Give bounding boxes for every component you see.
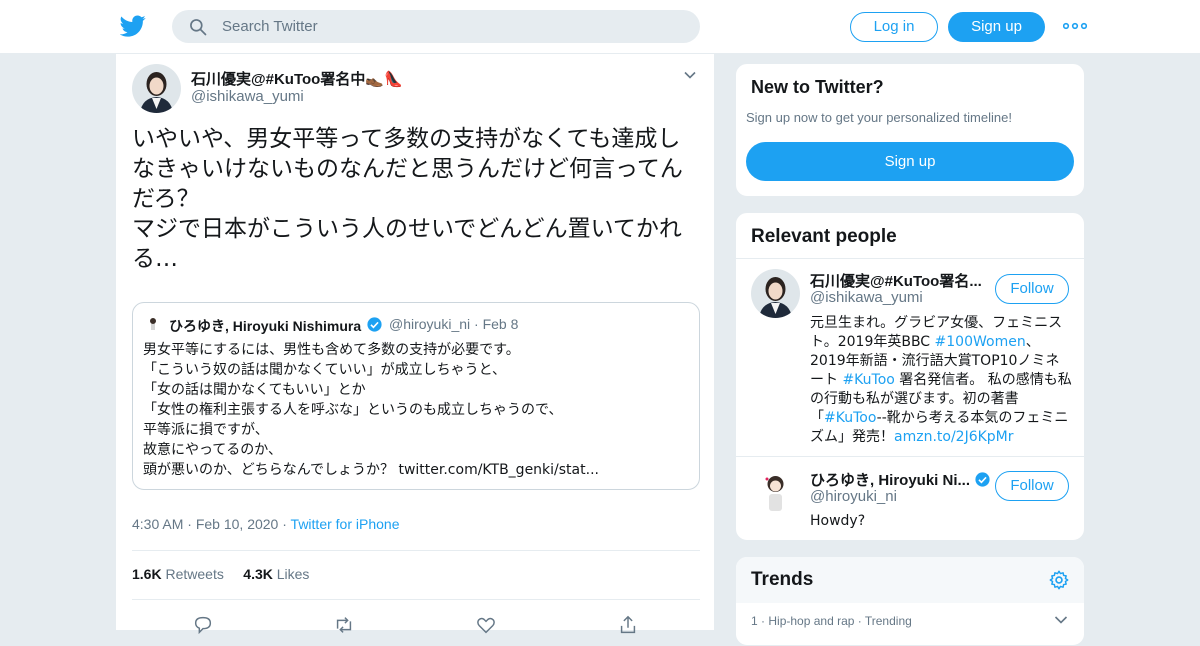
quoted-handle-date: @hiroyuki_ni · Feb 8: [389, 316, 519, 332]
author-handle[interactable]: @ishikawa_yumi: [191, 88, 304, 105]
person-name[interactable]: ひろゆき, Hiroyuki Ni...: [810, 469, 991, 490]
search-input[interactable]: [222, 10, 682, 43]
card-title: Relevant people: [751, 226, 897, 247]
trend-item[interactable]: 1 · Hip-hop and rap · Trending: [751, 614, 912, 628]
tweet-meta: 4:30 AM · Feb 10, 2020 · Twitter for iPh…: [132, 516, 400, 532]
avatar[interactable]: [751, 468, 800, 517]
quoted-text: 男女平等にするには、男性も含めて多数の支持が必要です。 「こういう奴の話は聞かな…: [143, 342, 599, 478]
verified-badge-icon: [367, 317, 382, 332]
tweet-date: Feb 10, 2020: [195, 516, 279, 532]
follow-button[interactable]: Follow: [995, 274, 1069, 304]
person-handle[interactable]: @ishikawa_yumi: [810, 289, 923, 306]
tweet-stats: 1.6K Retweets 4.3K Likes: [132, 566, 309, 582]
top-bar: Log in Sign up: [0, 0, 1200, 54]
tweet-detail: 石川優実@#KuToo署名中👞👠 @ishikawa_yumi いやいや、男女平…: [115, 54, 715, 635]
chevron-down-icon[interactable]: [683, 68, 697, 82]
reply-icon[interactable]: [192, 614, 214, 636]
person-bio: Howdy?: [810, 513, 866, 529]
like-icon[interactable]: [475, 614, 497, 636]
retweet-icon[interactable]: [333, 614, 355, 636]
more-icon[interactable]: [1063, 18, 1087, 34]
chevron-down-icon[interactable]: [1054, 615, 1068, 625]
retweets-count[interactable]: 1.6K: [132, 566, 162, 582]
divider: [132, 550, 700, 551]
person-handle[interactable]: @hiroyuki_ni: [810, 488, 897, 505]
twitter-bird-icon[interactable]: [120, 13, 146, 39]
likes-label[interactable]: Likes: [277, 566, 310, 582]
quoted-date: Feb 8: [482, 316, 519, 332]
new-to-twitter-card: New to Twitter? Sign up now to get your …: [735, 63, 1085, 197]
divider: [132, 599, 700, 600]
quoted-tweet[interactable]: ひろゆき, Hiroyuki Nishimura @hiroyuki_ni · …: [132, 302, 700, 490]
signup-button[interactable]: Sign up: [948, 12, 1045, 42]
url-link[interactable]: amzn.to/2J6KpMr: [894, 429, 1014, 445]
search-bar[interactable]: [172, 10, 700, 43]
likes-count[interactable]: 4.3K: [243, 566, 273, 582]
tweet-source-link[interactable]: Twitter for iPhone: [291, 516, 400, 532]
divider: [736, 258, 1084, 259]
person-name[interactable]: 石川優実@#KuToo署名...: [810, 270, 982, 291]
signup-button[interactable]: Sign up: [746, 142, 1074, 181]
quoted-author-name[interactable]: ひろゆき, Hiroyuki Nishimura: [169, 316, 361, 336]
hashtag-link[interactable]: #KuToo: [824, 410, 877, 426]
quoted-handle: @hiroyuki_ni: [389, 316, 471, 332]
follow-button[interactable]: Follow: [995, 471, 1069, 501]
hashtag-link[interactable]: #KuToo: [842, 372, 894, 388]
divider: [736, 456, 1084, 457]
avatar[interactable]: [132, 64, 181, 113]
quoted-avatar: [145, 316, 161, 332]
share-icon[interactable]: [617, 614, 639, 636]
person-bio: 元旦生まれ。グラビア女優、フェミニスト。2019年英BBC #100Women、…: [810, 315, 1072, 445]
gear-icon[interactable]: [1048, 569, 1070, 591]
hashtag-link[interactable]: #100Women: [935, 334, 1026, 350]
verified-badge-icon: [975, 472, 990, 487]
trends-card: Trends 1 · Hip-hop and rap · Trending: [735, 556, 1085, 646]
author-name[interactable]: 石川優実@#KuToo署名中👞👠: [191, 68, 403, 89]
retweets-label[interactable]: Retweets: [165, 566, 223, 582]
card-subtitle: Sign up now to get your personalized tim…: [746, 110, 1012, 125]
search-icon: [190, 19, 207, 36]
tweet-text: いやいや、男女平等って多数の支持がなくても達成しなきゃいけないものなんだと思うん…: [132, 126, 683, 272]
card-title: New to Twitter?: [751, 77, 884, 97]
tweet-time: 4:30 AM: [132, 516, 184, 532]
relevant-people-card: Relevant people 石川優実@#KuToo署名... @ishika…: [735, 212, 1085, 541]
card-title: Trends: [751, 569, 814, 590]
avatar[interactable]: [751, 269, 800, 318]
login-button[interactable]: Log in: [850, 12, 938, 42]
